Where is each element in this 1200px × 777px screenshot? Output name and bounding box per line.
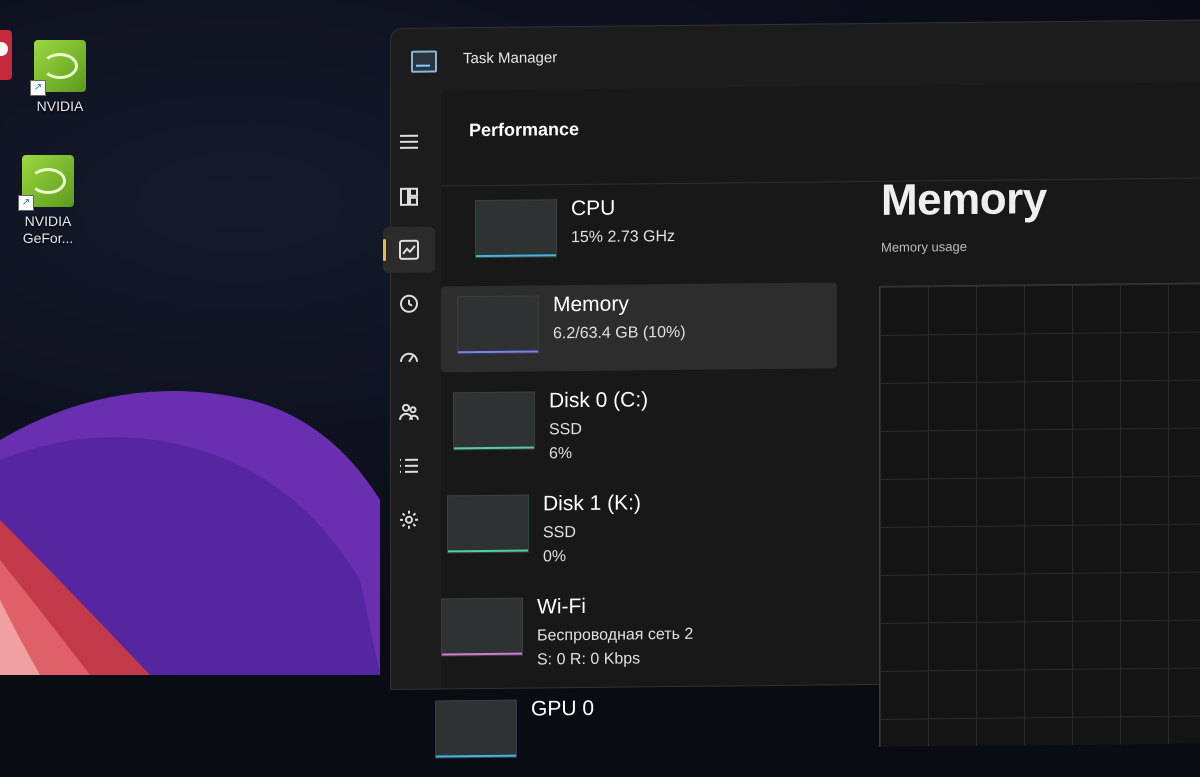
detail-subtitle: Memory usage <box>881 238 967 255</box>
details-icon[interactable] <box>383 443 435 490</box>
usage-line <box>448 549 528 553</box>
usage-line <box>476 254 556 258</box>
perf-item-name: Disk 0 (C:) <box>549 388 649 413</box>
perf-thumbnail-graph <box>475 199 557 259</box>
desktop-icon-nvidia-geforce[interactable]: ↗ NVIDIA GeFor... <box>8 155 88 247</box>
perf-item-name: GPU 0 <box>531 696 595 721</box>
perf-item-detail: Беспроводная сеть 2 <box>537 625 694 645</box>
perf-item-value: 0% <box>543 548 567 566</box>
perf-item-disk-1[interactable]: Disk 1 (K:) SSD 0% <box>431 481 827 571</box>
hamburger-menu-icon[interactable] <box>383 119 435 166</box>
usage-line <box>454 446 534 450</box>
perf-thumbnail-graph <box>441 597 523 657</box>
perf-thumbnail-graph <box>457 295 539 355</box>
performance-list: CPU 15% 2.73 GHz Memory 6.2/63.4 GB (10%… <box>435 186 841 759</box>
app-shortcut-icon[interactable] <box>0 30 12 80</box>
perf-item-detail: 15% 2.73 GHz <box>571 228 676 247</box>
perf-item-detail: SSD <box>549 420 582 439</box>
usage-line <box>458 350 538 354</box>
perf-item-disk-0[interactable]: Disk 0 (C:) SSD 6% <box>437 378 833 468</box>
memory-usage-graph <box>879 281 1200 747</box>
desktop-icon-label: NVIDIA GeFor... <box>22 213 74 246</box>
perf-item-value: 6% <box>549 445 573 463</box>
perf-item-value: S: 0 R: 0 Kbps <box>537 650 641 669</box>
perf-thumbnail-graph <box>447 494 529 554</box>
detail-title: Memory <box>881 174 1047 225</box>
detail-header: Memory Memory usage <box>881 172 1200 255</box>
desktop-icon-label: NVIDIA <box>36 98 84 114</box>
perf-item-detail: 6.2/63.4 GB (10%) <box>553 323 686 343</box>
task-manager-window: Task Manager Performance CPU 15% 2.73 GH… <box>383 19 1200 759</box>
page-title: Performance <box>469 119 580 141</box>
desktop-icon-nvidia[interactable]: ↗ NVIDIA <box>20 40 100 115</box>
usage-line <box>436 754 516 758</box>
perf-item-detail: SSD <box>543 524 576 542</box>
perf-item-cpu[interactable]: CPU 15% 2.73 GHz <box>459 186 855 276</box>
wallpaper-swirl <box>0 391 380 675</box>
nvidia-icon: ↗ <box>18 155 74 211</box>
performance-icon[interactable] <box>383 226 435 274</box>
title-bar[interactable]: Task Manager <box>391 20 1200 91</box>
perf-thumbnail-graph <box>453 391 535 451</box>
nvidia-icon: ↗ <box>30 40 86 96</box>
perf-thumbnail-graph <box>435 699 517 759</box>
perf-item-gpu-0[interactable]: GPU 0 <box>419 687 815 777</box>
app-history-icon[interactable] <box>383 281 435 328</box>
startup-apps-icon[interactable] <box>383 335 435 382</box>
services-icon[interactable] <box>383 497 435 544</box>
window-title: Task Manager <box>463 49 558 68</box>
task-manager-icon <box>411 50 437 73</box>
users-icon[interactable] <box>383 389 435 436</box>
perf-item-name: Memory <box>553 292 629 317</box>
processes-icon[interactable] <box>383 174 435 221</box>
perf-item-name: CPU <box>571 196 616 221</box>
usage-line <box>442 652 522 656</box>
content-area: Performance CPU 15% 2.73 GHz Memory 6.2/… <box>435 82 1200 759</box>
perf-item-wifi[interactable]: Wi-Fi Беспроводная сеть 2 S: 0 R: 0 Kbps <box>425 584 821 674</box>
perf-item-memory[interactable]: Memory 6.2/63.4 GB (10%) <box>441 282 837 373</box>
perf-item-name: Wi-Fi <box>537 594 586 619</box>
perf-item-name: Disk 1 (K:) <box>543 491 642 516</box>
